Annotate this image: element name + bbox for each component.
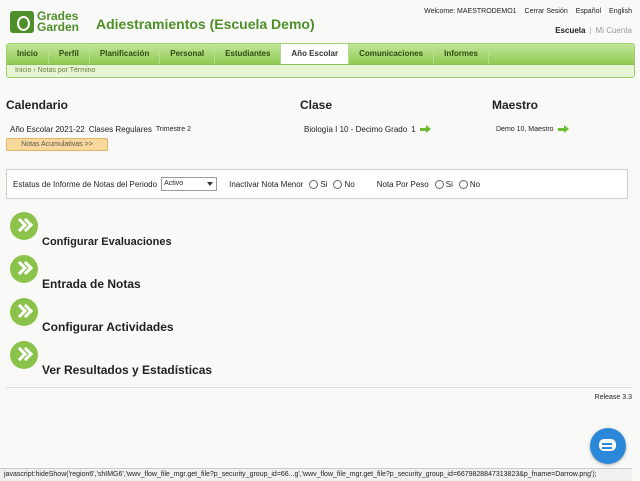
breadcrumb-separator: › [33, 67, 36, 74]
release-version: Release 3.3 [594, 394, 632, 401]
chat-bubble-icon[interactable] [590, 428, 626, 464]
configurar-evaluaciones-link[interactable]: Configurar Evaluaciones [42, 236, 172, 248]
account-links: Escuela | Mi Cuenta [555, 26, 632, 35]
breadcrumb-inicio[interactable]: Inicio [15, 67, 31, 74]
clase-heading: Clase [300, 98, 333, 112]
resultados-action[interactable]: Ver Resultados y Estadísticas [10, 341, 212, 377]
configurar-evaluaciones-action[interactable]: Configurar Evaluaciones [10, 212, 172, 248]
clase-info: Biología I 10 - Decimo Grado 1 [304, 125, 431, 134]
double-chevron-right-icon[interactable] [10, 255, 38, 283]
calendario-heading: Calendario [6, 98, 69, 112]
browser-status-bar: javascript:hideShow('region6','shIMG6','… [0, 468, 632, 481]
inactivar-si-label: Si [320, 179, 328, 189]
logout-link[interactable]: Cerrar Sesión [525, 8, 568, 15]
double-chevron-right-icon[interactable] [10, 298, 38, 326]
school-year: Año Escolar 2021-22 [10, 125, 85, 134]
separator: | [589, 26, 592, 35]
tab-planificacion[interactable]: Planificación [90, 44, 161, 64]
peso-label: Nota Por Peso [376, 179, 429, 189]
header: Grades Garden Adiestramientos (Escuela D… [0, 0, 640, 42]
english-link[interactable]: English [609, 8, 632, 15]
globe-logo-icon [10, 11, 34, 33]
top-links: Welcome: MAESTRODEMO1 Cerrar Sesión Espa… [424, 8, 632, 15]
nav-tabs: Inicio Perfil Planificación Personal Est… [7, 44, 634, 65]
class-type: Clases Regulares [88, 125, 152, 134]
status-select[interactable]: Activo [161, 177, 218, 191]
tab-informes[interactable]: Informes [434, 44, 489, 64]
configurar-actividades-action[interactable]: Configurar Actividades [10, 298, 174, 334]
resultados-link[interactable]: Ver Resultados y Estadísticas [42, 363, 212, 377]
peso-no-radio[interactable] [458, 179, 468, 189]
breadcrumb-current: Notas por Término [37, 67, 96, 74]
arrow-right-icon[interactable] [419, 125, 431, 134]
peso-si-radio[interactable] [434, 179, 444, 189]
inactivar-no-label: No [344, 179, 355, 189]
status-bar: Estatus de Informe de Notas del Periodo … [6, 169, 628, 199]
inactivar-si-radio[interactable] [309, 179, 319, 189]
main-nav: Inicio Perfil Planificación Personal Est… [6, 43, 635, 78]
spanish-link[interactable]: Español [576, 8, 601, 15]
tab-perfil[interactable]: Perfil [49, 44, 90, 64]
arrow-right-icon[interactable] [557, 125, 569, 134]
escuela-link[interactable]: Escuela [555, 26, 585, 35]
term: Trimestre 2 [155, 126, 191, 133]
teacher-name: Demo 10, Maestro [496, 126, 554, 133]
double-chevron-right-icon[interactable] [10, 212, 38, 240]
tab-personal[interactable]: Personal [160, 44, 216, 64]
inactivar-label: Inactivar Nota Menor [229, 179, 304, 189]
notas-acumulativas-button[interactable]: Notas Acumulativas >> [6, 138, 108, 151]
tab-ano-escolar[interactable]: Año Escolar [281, 44, 350, 64]
app-title: Adiestramientos (Escuela Demo) [96, 16, 315, 32]
tab-estudiantes[interactable]: Estudiantes [215, 44, 282, 64]
class-name: Biología I 10 - Decimo Grado [304, 125, 408, 134]
calendario-info: Año Escolar 2021-22 Clases Regulares Tri… [10, 125, 191, 134]
inactivar-no-radio[interactable] [333, 179, 343, 189]
configurar-actividades-link[interactable]: Configurar Actividades [42, 320, 174, 334]
breadcrumb: Inicio › Notas por Término [7, 65, 634, 76]
tab-comunicaciones[interactable]: Comunicaciones [349, 44, 435, 64]
entrada-notas-link[interactable]: Entrada de Notas [42, 277, 141, 291]
peso-si-label: Si [445, 179, 453, 189]
maestro-heading: Maestro [492, 98, 539, 112]
double-chevron-right-icon[interactable] [10, 341, 38, 369]
mi-cuenta-link[interactable]: Mi Cuenta [596, 26, 632, 35]
peso-no-label: No [469, 179, 481, 189]
class-count: 1 [411, 125, 416, 134]
welcome-text: Welcome: MAESTRODEMO1 [424, 8, 517, 15]
maestro-info: Demo 10, Maestro [496, 125, 569, 134]
divider [6, 387, 632, 388]
logo-text: Grades Garden [37, 9, 80, 34]
tab-inicio[interactable]: Inicio [7, 44, 49, 64]
status-label: Estatus de Informe de Notas del Periodo [13, 179, 158, 189]
entrada-notas-action[interactable]: Entrada de Notas [10, 255, 141, 291]
logo[interactable]: Grades Garden [10, 9, 80, 34]
